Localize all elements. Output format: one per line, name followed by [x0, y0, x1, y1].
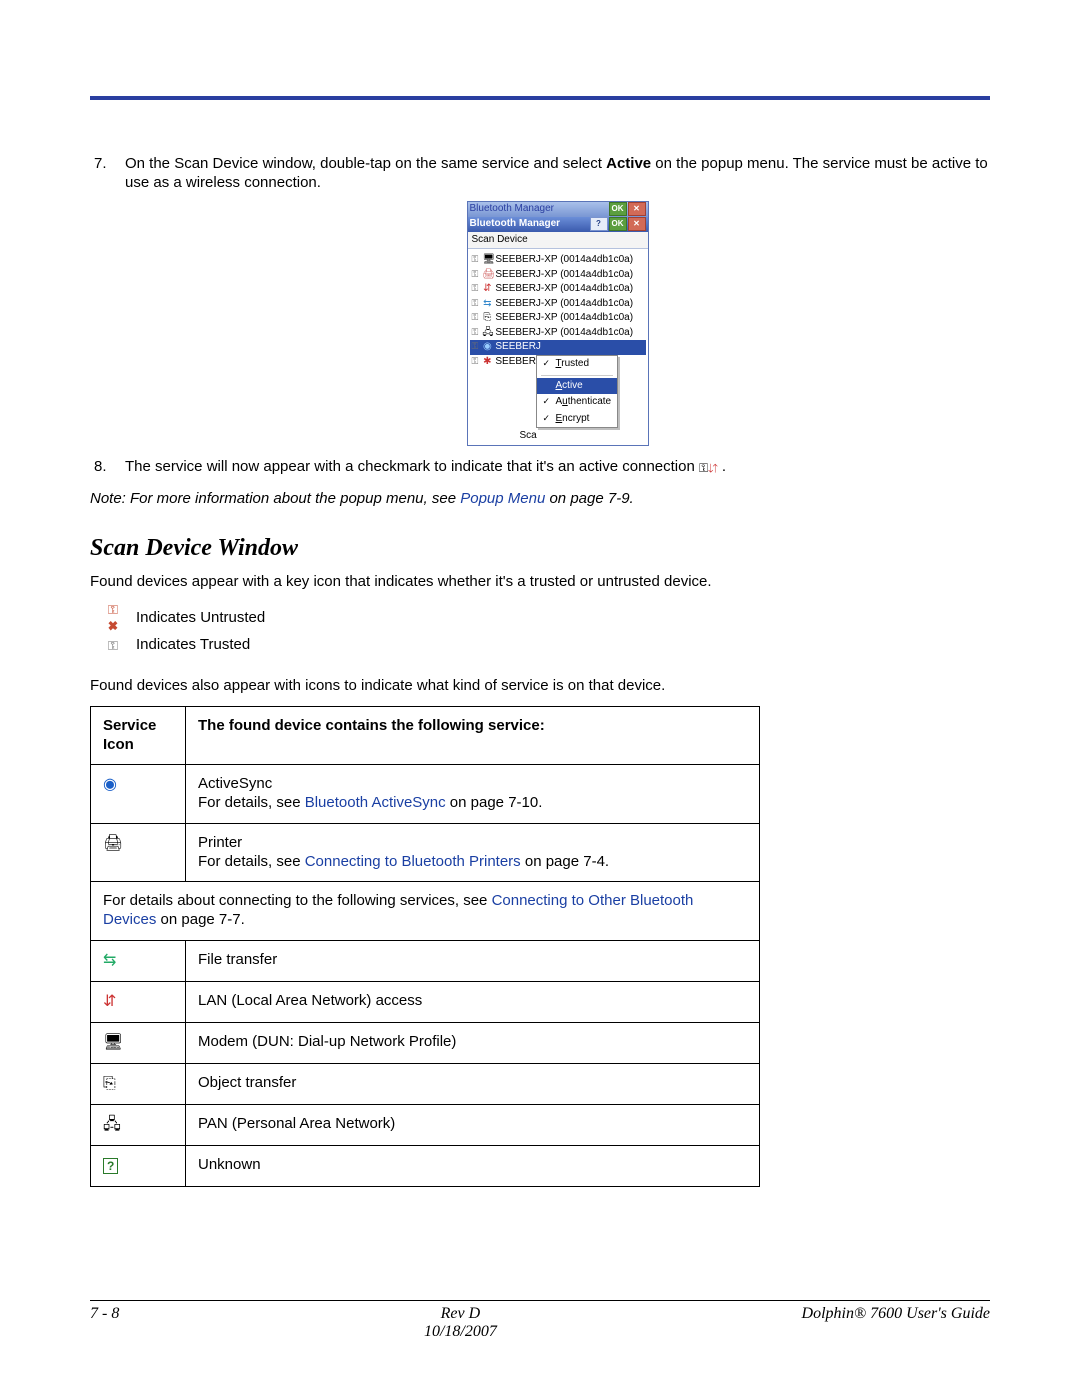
list-item[interactable]: 🖧SEEBERJ-XP (0014a4db1c0a)	[470, 326, 646, 341]
note-tail: on page 7-9.	[545, 490, 633, 507]
pan-icon: 🖧	[91, 1104, 186, 1145]
table-row: ◉ ActiveSync For details, see Bluetooth …	[91, 765, 760, 824]
outer-close-button[interactable]: ✕	[628, 202, 646, 216]
modem-cell: Modem (DUN: Dial-up Network Profile)	[186, 1022, 760, 1063]
context-menu: TTrustedrusted Active Authenticate Encry…	[536, 355, 618, 428]
list-item[interactable]: 🖨SEEBERJ-XP (0014a4db1c0a)	[470, 268, 646, 283]
footer-rev: Rev D	[441, 1305, 481, 1322]
table-row: 🖧 PAN (Personal Area Network)	[91, 1104, 760, 1145]
th-service-icon: Service Icon	[91, 706, 186, 765]
step-7-strong: Active	[606, 155, 651, 172]
device-list: 🖥SEEBERJ-XP (0014a4db1c0a) 🖨SEEBERJ-XP (…	[468, 249, 648, 371]
file-transfer-icon: ⇆	[91, 940, 186, 981]
footer-date: 10/18/2007	[424, 1323, 497, 1340]
link-bt-activesync[interactable]: Bluetooth ActiveSync	[305, 794, 446, 811]
inner-ok-button[interactable]: OK	[609, 217, 627, 231]
legend-trusted: ⚿ Indicates Trusted	[104, 636, 990, 655]
table-row: ⎘ Object transfer	[91, 1063, 760, 1104]
outer-title: Bluetooth Manager	[470, 203, 555, 216]
page-footer: 7 - 8 Rev D 10/18/2007 Dolphin® 7600 Use…	[90, 1300, 990, 1341]
pan-cell: PAN (Personal Area Network)	[186, 1104, 760, 1145]
activesync-cell: ActiveSync For details, see Bluetooth Ac…	[186, 765, 760, 824]
untrusted-key-icon: ⚿✖	[104, 602, 122, 635]
top-rule	[90, 96, 990, 100]
body-text: On the Scan Device window, double-tap on…	[90, 155, 990, 1187]
trusted-key-icon: ⚿	[104, 638, 122, 654]
steps-list: On the Scan Device window, double-tap on…	[90, 155, 990, 476]
lan-icon: ⇵	[91, 981, 186, 1022]
link-bt-printers[interactable]: Connecting to Bluetooth Printers	[305, 853, 521, 870]
note-lead: Note: For more information about the pop…	[90, 490, 460, 507]
object-transfer-icon: ⎘	[91, 1063, 186, 1104]
note: Note: For more information about the pop…	[90, 490, 990, 509]
para-2: Found devices also appear with icons to …	[90, 677, 990, 696]
modem-icon: 🖥	[91, 1022, 186, 1063]
menu-authenticate[interactable]: Authenticate	[537, 394, 617, 411]
th-service-desc: The found device contains the following …	[186, 706, 760, 765]
menu-encrypt[interactable]: Encrypt	[537, 411, 617, 428]
list-item[interactable]: ⇆SEEBERJ-XP (0014a4db1c0a)	[470, 297, 646, 312]
step-7: On the Scan Device window, double-tap on…	[90, 155, 990, 446]
section-heading: Scan Device Window	[90, 533, 990, 563]
table-row: For details about connecting to the foll…	[91, 882, 760, 941]
connecting-note-cell: For details about connecting to the foll…	[91, 882, 760, 941]
step-8-text-a: The service will now appear with a check…	[125, 458, 699, 475]
legend-untrusted-label: Indicates Untrusted	[136, 609, 265, 628]
legend-untrusted: ⚿✖ Indicates Untrusted	[104, 602, 990, 635]
list-item[interactable]: ⇵SEEBERJ-XP (0014a4db1c0a)	[470, 282, 646, 297]
legend-trusted-label: Indicates Trusted	[136, 636, 250, 655]
inner-titlebar: Bluetooth Manager ? OK ✕	[468, 217, 648, 232]
page: On the Scan Device window, double-tap on…	[0, 0, 1080, 1397]
footer-page-num: 7 - 8	[90, 1305, 119, 1341]
unknown-cell: Unknown	[186, 1145, 760, 1186]
step-7-text-a: On the Scan Device window, double-tap on…	[125, 155, 606, 172]
unknown-icon: ?	[91, 1145, 186, 1186]
list-item-selected[interactable]: ◉SEEBERJ	[470, 340, 646, 355]
step-8-text-b: .	[722, 458, 726, 475]
table-row: 🖥 Modem (DUN: Dial-up Network Profile)	[91, 1022, 760, 1063]
scan-device-tab[interactable]: Scan Device	[468, 232, 648, 250]
note-link[interactable]: Popup Menu	[460, 490, 545, 507]
menu-trusted[interactable]: TTrustedrusted	[537, 356, 617, 373]
activesync-icon: ◉	[91, 765, 186, 824]
printer-icon: 🖨	[91, 823, 186, 882]
para-1: Found devices appear with a key icon tha…	[90, 573, 990, 592]
table-row: 🖨 Printer For details, see Connecting to…	[91, 823, 760, 882]
lan-cell: LAN (Local Area Network) access	[186, 981, 760, 1022]
inner-close-button[interactable]: ✕	[628, 217, 646, 231]
table-header-row: Service Icon The found device contains t…	[91, 706, 760, 765]
active-connection-icon: ⚿⇵	[699, 461, 718, 476]
outer-ok-button[interactable]: OK	[609, 202, 627, 216]
file-transfer-cell: File transfer	[186, 940, 760, 981]
service-icon-table: Service Icon The found device contains t…	[90, 706, 760, 1187]
list-item[interactable]: 🖥SEEBERJ-XP (0014a4db1c0a)	[470, 253, 646, 268]
bluetooth-manager-screenshot: Bluetooth Manager OK ✕ Bluetooth Manager…	[467, 201, 649, 446]
table-row: ⇆ File transfer	[91, 940, 760, 981]
table-row: ⇵ LAN (Local Area Network) access	[91, 981, 760, 1022]
step-8: The service will now appear with a check…	[90, 458, 990, 477]
table-row: ? Unknown	[91, 1145, 760, 1186]
outer-titlebar: Bluetooth Manager OK ✕	[468, 202, 648, 217]
printer-cell: Printer For details, see Connecting to B…	[186, 823, 760, 882]
list-item[interactable]: ⎘SEEBERJ-XP (0014a4db1c0a)	[470, 311, 646, 326]
object-transfer-cell: Object transfer	[186, 1063, 760, 1104]
menu-active[interactable]: Active	[537, 378, 617, 395]
sca-label: Sca	[520, 430, 537, 441]
help-button[interactable]: ?	[590, 217, 608, 231]
footer-guide: Dolphin® 7600 User's Guide	[802, 1305, 990, 1341]
inner-title: Bluetooth Manager	[470, 218, 561, 231]
